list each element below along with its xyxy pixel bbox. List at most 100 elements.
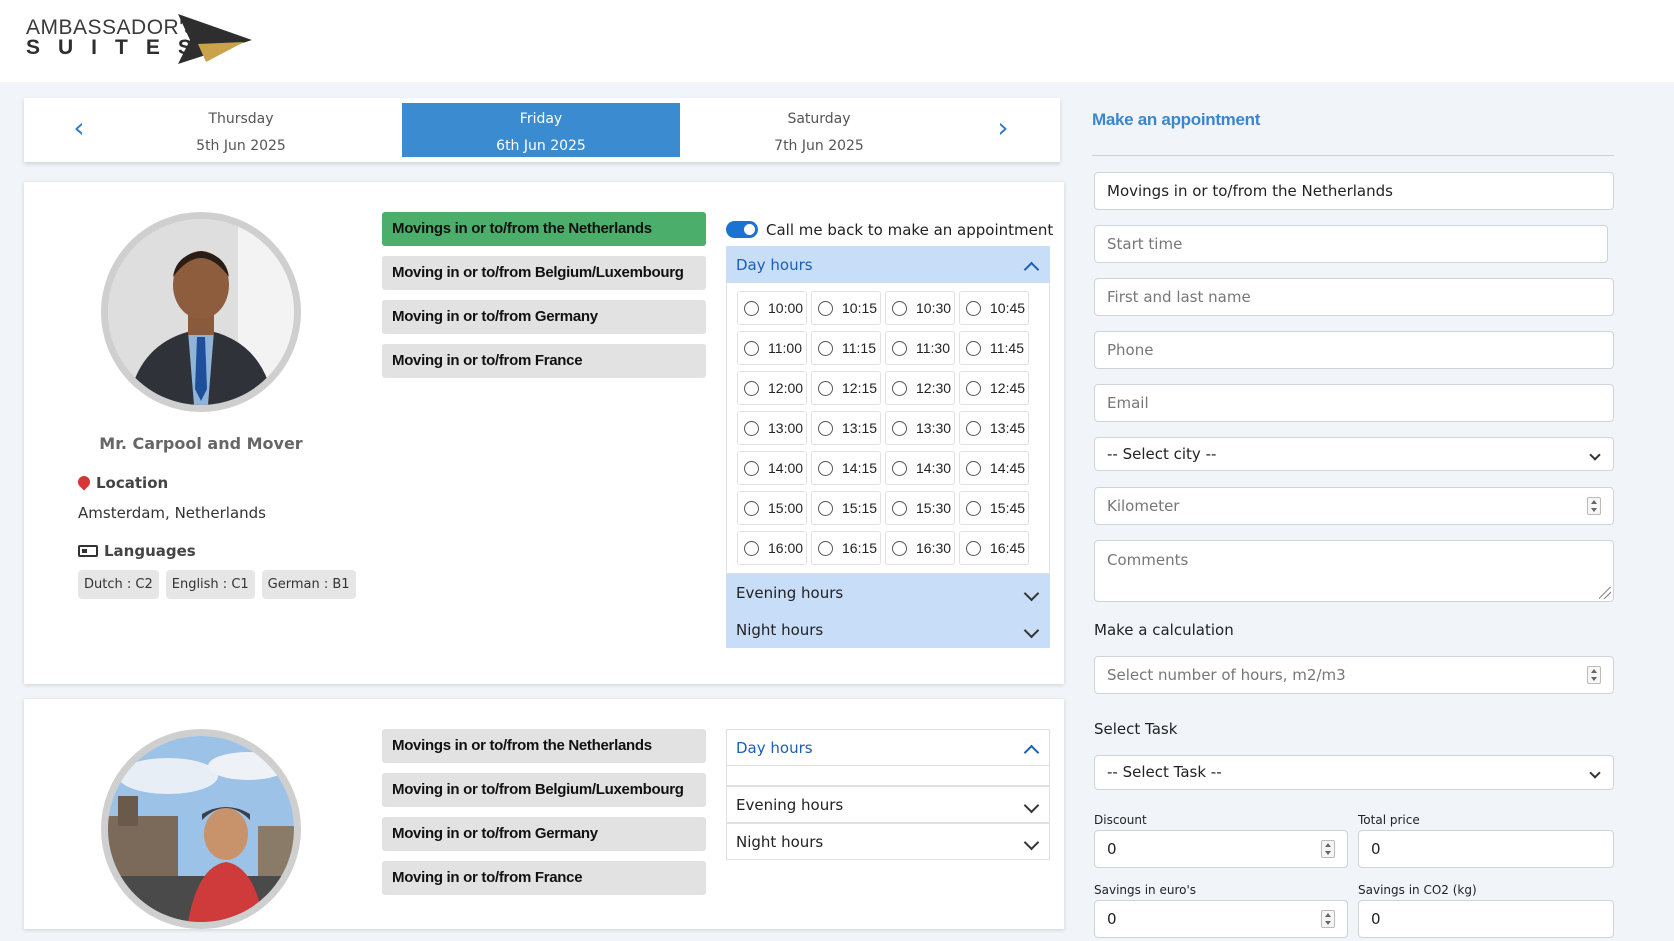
time-slot[interactable]: 10:15 xyxy=(811,291,881,325)
time-slot[interactable]: 13:30 xyxy=(885,411,955,445)
radio-button[interactable] xyxy=(892,340,907,356)
radio-button[interactable] xyxy=(744,420,759,436)
radio-button[interactable] xyxy=(892,420,907,436)
chevron-right-icon[interactable]: › xyxy=(992,114,1014,142)
city-select[interactable]: -- Select city -- xyxy=(1094,437,1614,471)
radio-button[interactable] xyxy=(966,540,981,556)
email-input[interactable]: Email xyxy=(1094,384,1614,422)
total-price-input[interactable]: 0 xyxy=(1358,830,1614,868)
radio-button[interactable] xyxy=(744,500,759,516)
time-slot[interactable]: 12:45 xyxy=(959,371,1029,405)
comments-textarea[interactable]: Comments xyxy=(1094,540,1614,602)
radio-button[interactable] xyxy=(966,340,981,356)
time-slot[interactable]: 14:15 xyxy=(811,451,881,485)
number-spinner-icon[interactable] xyxy=(1321,840,1335,858)
evening-hours-header[interactable]: Evening hours xyxy=(726,786,1050,823)
service-germany[interactable]: Moving in or to/from Germany xyxy=(382,817,706,851)
time-slot[interactable]: 16:30 xyxy=(885,531,955,565)
radio-button[interactable] xyxy=(818,300,833,316)
time-slot-grid: 10:00 10:15 10:30 10:45 11:00 11:15 11:30 11:45… xyxy=(737,291,1039,565)
date-friday[interactable]: Friday 6th Jun 2025 xyxy=(402,103,680,157)
time-slot[interactable]: 15:45 xyxy=(959,491,1029,525)
date-saturday[interactable]: Saturday 7th Jun 2025 xyxy=(680,103,958,157)
service-netherlands[interactable]: Movings in or to/from the Netherlands xyxy=(382,212,706,246)
callback-toggle-row[interactable]: Call me back to make an appointment xyxy=(726,221,1053,239)
radio-button[interactable] xyxy=(892,460,907,476)
service-france[interactable]: Moving in or to/from France xyxy=(382,344,706,378)
radio-button[interactable] xyxy=(818,500,833,516)
day-date: 5th Jun 2025 xyxy=(196,138,286,154)
radio-button[interactable] xyxy=(744,340,759,356)
service-belgium-luxembourg[interactable]: Moving in or to/from Belgium/Luxembourg xyxy=(382,256,706,290)
night-hours-header[interactable]: Night hours xyxy=(726,823,1050,860)
service-netherlands[interactable]: Movings in or to/from the Netherlands xyxy=(382,729,706,763)
hours-input[interactable]: Select number of hours, m2/m3 xyxy=(1094,656,1614,694)
number-spinner-icon[interactable] xyxy=(1321,910,1335,928)
radio-button[interactable] xyxy=(744,540,759,556)
time-slot[interactable]: 10:00 xyxy=(737,291,807,325)
service-belgium-luxembourg[interactable]: Moving in or to/from Belgium/Luxembourg xyxy=(382,773,706,807)
time-slot[interactable]: 15:30 xyxy=(885,491,955,525)
callback-toggle[interactable] xyxy=(726,221,758,238)
start-time-input[interactable]: Start time xyxy=(1094,225,1608,263)
service-france[interactable]: Moving in or to/from France xyxy=(382,861,706,895)
discount-input[interactable]: 0 xyxy=(1094,830,1348,868)
radio-button[interactable] xyxy=(818,540,833,556)
time-slot[interactable]: 13:15 xyxy=(811,411,881,445)
time-slot[interactable]: 11:00 xyxy=(737,331,807,365)
radio-button[interactable] xyxy=(818,380,833,396)
radio-button[interactable] xyxy=(744,460,759,476)
time-slot[interactable]: 11:15 xyxy=(811,331,881,365)
radio-button[interactable] xyxy=(818,460,833,476)
time-slot[interactable]: 11:30 xyxy=(885,331,955,365)
brand-logo[interactable]: AMBASSADOR'S SUITES xyxy=(26,14,252,64)
radio-button[interactable] xyxy=(744,380,759,396)
time-slot[interactable]: 12:15 xyxy=(811,371,881,405)
radio-button[interactable] xyxy=(966,460,981,476)
kilometer-input[interactable]: Kilometer xyxy=(1094,487,1614,525)
service-germany[interactable]: Moving in or to/from Germany xyxy=(382,300,706,334)
phone-input[interactable]: Phone xyxy=(1094,331,1614,369)
time-slot[interactable]: 16:15 xyxy=(811,531,881,565)
time-slot-label: 11:45 xyxy=(990,340,1024,356)
date-thursday[interactable]: Thursday 5th Jun 2025 xyxy=(102,103,380,157)
radio-button[interactable] xyxy=(744,300,759,316)
radio-button[interactable] xyxy=(966,380,981,396)
time-slot[interactable]: 14:30 xyxy=(885,451,955,485)
time-slot[interactable]: 11:45 xyxy=(959,331,1029,365)
time-slot[interactable]: 13:45 xyxy=(959,411,1029,445)
time-slot[interactable]: 12:30 xyxy=(885,371,955,405)
savings-euro-input[interactable]: 0 xyxy=(1094,900,1348,938)
radio-button[interactable] xyxy=(966,500,981,516)
number-spinner-icon[interactable] xyxy=(1587,497,1601,515)
time-slot[interactable]: 15:00 xyxy=(737,491,807,525)
day-hours-header[interactable]: Day hours xyxy=(726,729,1050,766)
savings-co2-input[interactable]: 0 xyxy=(1358,900,1614,938)
time-slot[interactable]: 10:30 xyxy=(885,291,955,325)
radio-button[interactable] xyxy=(892,540,907,556)
time-slot[interactable]: 13:00 xyxy=(737,411,807,445)
time-slot[interactable]: 14:00 xyxy=(737,451,807,485)
time-slot[interactable]: 16:00 xyxy=(737,531,807,565)
radio-button[interactable] xyxy=(892,300,907,316)
radio-button[interactable] xyxy=(966,420,981,436)
time-slot[interactable]: 12:00 xyxy=(737,371,807,405)
radio-button[interactable] xyxy=(892,380,907,396)
name-input[interactable]: First and last name xyxy=(1094,278,1614,316)
time-slot[interactable]: 16:45 xyxy=(959,531,1029,565)
number-spinner-icon[interactable] xyxy=(1587,666,1601,684)
service-input[interactable]: Movings in or to/from the Netherlands xyxy=(1094,172,1614,210)
chevron-left-icon[interactable]: ‹ xyxy=(68,114,90,142)
radio-button[interactable] xyxy=(966,300,981,316)
radio-button[interactable] xyxy=(818,420,833,436)
task-select[interactable]: -- Select Task -- xyxy=(1094,755,1614,790)
time-slot[interactable]: 15:15 xyxy=(811,491,881,525)
time-slot[interactable]: 14:45 xyxy=(959,451,1029,485)
day-hours-header[interactable]: Day hours xyxy=(726,246,1050,283)
time-slot[interactable]: 10:45 xyxy=(959,291,1029,325)
radio-button[interactable] xyxy=(892,500,907,516)
resize-grip-icon[interactable] xyxy=(1599,587,1611,599)
evening-hours-header[interactable]: Evening hours xyxy=(726,574,1050,611)
night-hours-header[interactable]: Night hours xyxy=(726,611,1050,648)
radio-button[interactable] xyxy=(818,340,833,356)
